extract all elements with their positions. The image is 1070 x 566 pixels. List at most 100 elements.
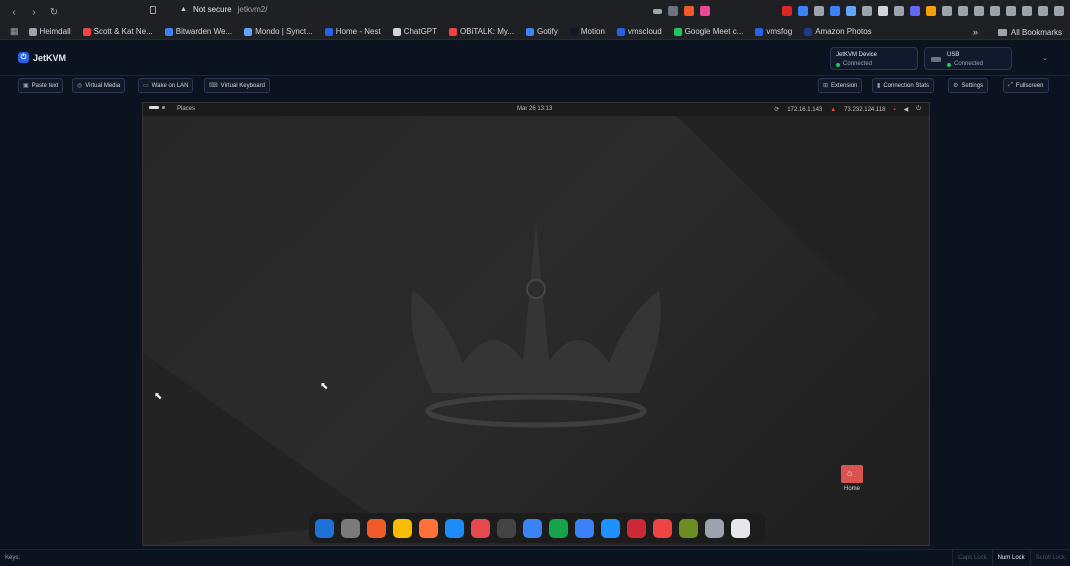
extension-icon[interactable]	[958, 6, 968, 16]
dock-app-icon[interactable]	[627, 518, 646, 538]
fullscreen-button[interactable]: ⤢ Fullscreen	[1003, 78, 1049, 93]
disk-icon: ◎	[77, 83, 83, 89]
sync-icon[interactable]: ⟳	[774, 106, 779, 113]
address-bar[interactable]: ▲ Not secure jetkvm2/	[150, 5, 267, 14]
extension-icon[interactable]	[878, 6, 888, 16]
bookmark-item[interactable]: ChatGPT	[392, 27, 438, 36]
usb-status-card: USB Connected	[924, 47, 1012, 70]
bookmark-favicon-icon	[449, 27, 458, 36]
dock-app-icon[interactable]	[471, 518, 490, 538]
bookmark-item[interactable]: Motion	[569, 27, 605, 36]
settings-button[interactable]: ⚙ Settings	[948, 78, 989, 93]
bookmark-item[interactable]: Gotify	[525, 27, 558, 36]
sidebar-icon[interactable]	[1006, 6, 1016, 16]
bookmark-item[interactable]: OBiTALK: My...	[449, 27, 514, 36]
extension-icon[interactable]	[782, 6, 792, 16]
bookmark-favicon-icon	[324, 27, 333, 36]
url-text[interactable]: jetkvm2/	[238, 5, 268, 14]
dock-app-icon[interactable]	[497, 518, 516, 538]
dock-app-icon[interactable]	[731, 518, 750, 538]
dock-app-icon[interactable]	[445, 518, 464, 538]
connection-stats-button[interactable]: ▮ Connection Stats	[872, 78, 935, 93]
extension-icon[interactable]	[862, 6, 872, 16]
virtual-media-button[interactable]: ◎ Virtual Media	[72, 78, 126, 93]
extension-icon[interactable]	[798, 6, 808, 16]
dock-app-icon[interactable]	[367, 518, 386, 538]
wallet-icon[interactable]	[1022, 6, 1032, 16]
dock-app-icon[interactable]	[549, 518, 568, 538]
virtual-keyboard-button[interactable]: ⌨ Virtual Keyboard	[204, 78, 270, 93]
connection-stats-label: Connection Stats	[883, 82, 930, 89]
bookmark-item[interactable]: Scott & Kat Ne...	[82, 27, 153, 36]
bookmark-item[interactable]: vmscloud	[616, 27, 662, 36]
bookmark-item[interactable]: Home - Nest	[324, 27, 381, 36]
security-label[interactable]: Not secure	[193, 5, 232, 14]
dock-app-icon[interactable]	[315, 518, 334, 538]
bookmark-item[interactable]: Google Meet c...	[673, 27, 743, 36]
account-chevron-down-icon[interactable]: ⌄	[1042, 54, 1048, 62]
extension-icon[interactable]	[846, 6, 856, 16]
bookmark-item[interactable]: Mondo | Synct...	[244, 27, 313, 36]
key-icon[interactable]	[653, 9, 662, 14]
extension-icon[interactable]	[910, 6, 920, 16]
dock-app-icon[interactable]	[601, 518, 620, 538]
bookmark-label: Mondo | Synct...	[255, 27, 313, 36]
dock-app-icon[interactable]	[575, 518, 594, 538]
bookmark-label: Bitwarden We...	[175, 27, 233, 36]
home-folder-icon	[841, 465, 863, 483]
dock-app-icon[interactable]	[705, 518, 724, 538]
download-icon[interactable]	[990, 6, 1000, 16]
dock-app-icon[interactable]	[419, 518, 438, 538]
dock-app-icon[interactable]	[679, 518, 698, 538]
reload-icon[interactable]: ↻	[48, 7, 60, 18]
bookmark-label: Heimdall	[39, 27, 71, 36]
bookmark-item[interactable]: Heimdall	[28, 27, 71, 36]
extension-icon[interactable]	[942, 6, 952, 16]
bookmarks-overflow-icon[interactable]: »	[973, 27, 978, 37]
bookmark-favicon-icon	[525, 27, 534, 36]
bookmark-icon[interactable]	[150, 5, 156, 14]
dock-app-icon[interactable]	[523, 518, 542, 538]
volume-icon[interactable]: ◀	[904, 106, 909, 113]
flag-icon: ▪	[893, 106, 896, 113]
dock-app-icon[interactable]	[341, 518, 360, 538]
bookmark-item[interactable]: Bitwarden We...	[164, 27, 233, 36]
bookmark-item[interactable]: vmsfog	[755, 27, 792, 36]
dock-app-icon[interactable]	[393, 518, 412, 538]
remote-clock[interactable]: Mar 26 13:13	[517, 106, 552, 112]
keyboard-icon: ⌨	[209, 83, 218, 89]
activities-indicator[interactable]	[149, 106, 165, 109]
wake-on-lan-button[interactable]: ▭ Wake on LAN	[138, 78, 194, 93]
bookmark-label: ChatGPT	[403, 27, 438, 36]
back-icon[interactable]: ‹	[8, 7, 20, 18]
extension-icon[interactable]	[974, 6, 984, 16]
bookmark-item[interactable]: Amazon Photos	[804, 27, 872, 36]
desktop-home-folder[interactable]: Home	[837, 465, 867, 492]
dock-app-icon[interactable]	[653, 518, 672, 538]
forward-icon[interactable]: ›	[28, 7, 40, 18]
leo-icon[interactable]	[1038, 6, 1048, 16]
warning-icon[interactable]: ▲	[180, 6, 187, 13]
device-status-title: JetKVM Device	[836, 52, 878, 58]
extension-button[interactable]: ⊞ Extension	[818, 78, 863, 93]
num-lock-indicator: Num Lock	[991, 550, 1030, 566]
remote-screen[interactable]: Places Mar 26 13:13 ⟳ 172.16.1.143 ▲ 73.…	[142, 102, 930, 546]
extensions-area	[653, 6, 1064, 16]
device-status-card: JetKVM Device Connected	[830, 47, 918, 70]
share-icon[interactable]	[668, 6, 678, 16]
power-icon[interactable]: ⏻	[916, 106, 921, 113]
apps-grid-icon[interactable]: ▦	[10, 26, 19, 37]
crown-wallpaper-graphic	[143, 103, 929, 545]
paste-text-button[interactable]: ▣ Paste text	[18, 78, 64, 93]
extension-icon[interactable]	[830, 6, 840, 16]
extension-icon[interactable]	[926, 6, 936, 16]
bookmark-favicon-icon	[673, 27, 682, 36]
places-menu[interactable]: Places	[177, 106, 195, 112]
brave-shield-icon[interactable]	[684, 6, 694, 16]
extension-icon[interactable]	[894, 6, 904, 16]
all-bookmarks-link[interactable]: All Bookmarks	[1011, 28, 1062, 37]
menu-icon[interactable]	[1054, 6, 1064, 16]
brave-rewards-icon[interactable]	[700, 6, 710, 16]
bookmark-label: Scott & Kat Ne...	[93, 27, 153, 36]
extension-icon[interactable]	[814, 6, 824, 16]
